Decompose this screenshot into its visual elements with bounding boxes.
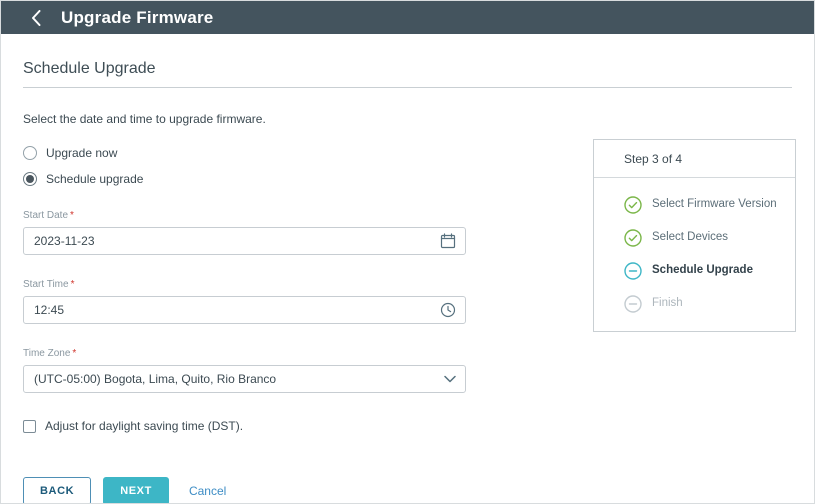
start-date-input-wrap (23, 227, 466, 255)
radio-label: Upgrade now (46, 146, 117, 160)
steps-panel-title: Step 3 of 4 (594, 140, 795, 178)
radio-upgrade-now[interactable]: Upgrade now (23, 140, 466, 166)
label-text: Start Time (23, 279, 69, 290)
step-label: Finish (652, 295, 683, 311)
upgrade-firmware-page: Upgrade Firmware Schedule Upgrade Select… (0, 0, 815, 504)
dash-circle-icon (624, 295, 642, 313)
step-item-schedule-upgrade: Schedule Upgrade (624, 262, 781, 280)
form-column: Select the date and time to upgrade firm… (23, 112, 466, 504)
start-date-input[interactable] (23, 227, 466, 255)
step-item-select-devices: Select Devices (624, 229, 781, 247)
page-title: Upgrade Firmware (61, 8, 213, 28)
radio-icon (23, 172, 37, 186)
steps-panel: Step 3 of 4 Select Firmware Version (593, 139, 796, 332)
calendar-icon[interactable] (440, 233, 456, 249)
step-label: Select Firmware Version (652, 196, 777, 212)
upgrade-mode-radio-group: Upgrade now Schedule upgrade (23, 140, 466, 192)
required-mark: * (72, 348, 76, 359)
step-label: Schedule Upgrade (652, 262, 753, 278)
clock-icon[interactable] (440, 302, 456, 318)
next-button[interactable]: NEXT (103, 477, 169, 504)
required-mark: * (70, 210, 74, 221)
label-text: Start Date (23, 210, 68, 221)
start-time-label: Start Time* (23, 279, 466, 290)
step-status-icon (624, 196, 642, 214)
check-circle-icon (624, 196, 642, 214)
dst-checkbox-label: Adjust for daylight saving time (DST). (45, 419, 243, 433)
time-zone-label: Time Zone* (23, 348, 466, 359)
instruction-text: Select the date and time to upgrade firm… (23, 112, 466, 126)
check-circle-icon (624, 229, 642, 247)
start-date-field-group: Start Date* (23, 210, 466, 255)
step-item-finish: Finish (624, 295, 781, 313)
content-area: Schedule Upgrade Select the date and tim… (1, 34, 814, 504)
back-button-footer[interactable]: BACK (23, 477, 91, 504)
radio-icon (23, 146, 37, 160)
time-zone-select[interactable]: (UTC-05:00) Bogota, Lima, Quito, Rio Bra… (23, 365, 466, 393)
step-item-select-firmware-version: Select Firmware Version (624, 196, 781, 214)
chevron-down-icon[interactable] (444, 375, 456, 383)
back-button[interactable] (25, 7, 47, 29)
time-zone-value: (UTC-05:00) Bogota, Lima, Quito, Rio Bra… (34, 372, 276, 386)
step-label: Select Devices (652, 229, 728, 245)
time-zone-field-group: Time Zone* (UTC-05:00) Bogota, Lima, Qui… (23, 348, 466, 393)
dash-circle-icon (624, 262, 642, 280)
steps-list: Select Firmware Version Select Devices (594, 178, 795, 331)
dst-checkbox-row[interactable]: Adjust for daylight saving time (DST). (23, 419, 466, 433)
checkbox-icon[interactable] (23, 420, 36, 433)
step-status-icon (624, 295, 642, 313)
step-status-icon (624, 229, 642, 247)
cancel-link[interactable]: Cancel (189, 484, 226, 498)
start-time-field-group: Start Time* (23, 279, 466, 324)
radio-schedule-upgrade[interactable]: Schedule upgrade (23, 166, 466, 192)
required-mark: * (71, 279, 75, 290)
footer-actions: BACK NEXT Cancel (23, 477, 466, 504)
time-zone-select-wrap: (UTC-05:00) Bogota, Lima, Quito, Rio Bra… (23, 365, 466, 393)
chevron-left-icon (31, 10, 41, 26)
radio-dot (26, 175, 34, 183)
step-status-icon (624, 262, 642, 280)
page-header: Upgrade Firmware (1, 1, 814, 34)
radio-label: Schedule upgrade (46, 172, 143, 186)
start-time-input-wrap (23, 296, 466, 324)
start-date-label: Start Date* (23, 210, 466, 221)
start-time-input[interactable] (23, 296, 466, 324)
section-title: Schedule Upgrade (23, 60, 792, 88)
label-text: Time Zone (23, 348, 70, 359)
